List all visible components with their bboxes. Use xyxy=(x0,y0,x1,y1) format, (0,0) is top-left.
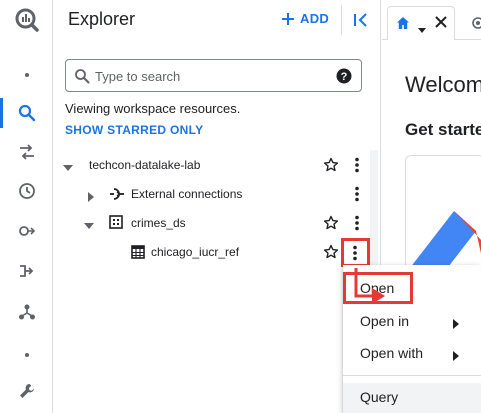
star-icon[interactable] xyxy=(323,244,339,265)
menu-item-query[interactable]: Query xyxy=(343,383,481,413)
plus-icon xyxy=(282,12,294,25)
home-icon xyxy=(396,16,410,35)
welcome-heading: Welcom xyxy=(405,72,481,97)
tree-row-external-connections[interactable]: External connections xyxy=(53,180,363,209)
project-name: techcon-datalake-lab xyxy=(89,158,201,172)
dataset-name: crimes_ds xyxy=(131,216,186,230)
help-icon[interactable]: ? xyxy=(336,68,352,89)
table-name: chicago_iucr_ref xyxy=(151,245,240,259)
search-icon xyxy=(74,68,90,89)
open-highlight-box xyxy=(343,272,413,304)
scheduled-queries-icon[interactable] xyxy=(0,176,53,206)
star-icon[interactable] xyxy=(323,157,339,178)
more-actions-icon[interactable] xyxy=(349,157,365,178)
submenu-arrow-icon xyxy=(453,348,459,364)
add-button-label: ADD xyxy=(300,11,330,26)
menu-item-open-with[interactable]: Open with xyxy=(343,337,481,369)
expand-caret-icon[interactable] xyxy=(84,218,94,236)
collapse-panel-icon[interactable] xyxy=(351,10,371,30)
search-box[interactable]: ? xyxy=(65,59,362,92)
submenu-arrow-icon xyxy=(453,316,459,332)
menu-item-open-in[interactable]: Open in xyxy=(343,305,481,337)
expand-caret-icon[interactable] xyxy=(86,189,96,207)
more-actions-icon[interactable] xyxy=(349,215,365,236)
dataform-icon[interactable] xyxy=(0,297,53,327)
data-transfers-icon[interactable] xyxy=(0,137,53,167)
search-input[interactable] xyxy=(95,66,325,86)
separator-dot-icon xyxy=(0,60,53,90)
expand-caret-icon[interactable] xyxy=(63,160,73,178)
pipelines-icon[interactable] xyxy=(0,256,53,286)
explorer-panel: Explorer ADD ? Viewing workspace resourc… xyxy=(53,0,381,413)
analytics-hub-icon[interactable] xyxy=(0,216,53,246)
tab-dropdown-icon[interactable] xyxy=(418,21,426,39)
viewing-resources-text: Viewing workspace resources. xyxy=(65,101,241,116)
tree-row-dataset[interactable]: crimes_ds xyxy=(53,209,363,238)
star-icon[interactable] xyxy=(323,215,339,236)
search-nav-icon[interactable] xyxy=(0,98,53,128)
external-connection-icon xyxy=(109,187,125,206)
get-started-heading: Get starte xyxy=(405,120,481,139)
tree-row-table[interactable]: chicago_iucr_ref xyxy=(53,238,363,267)
bigquery-logo-icon[interactable] xyxy=(0,5,53,35)
menu-item-label: Query xyxy=(360,389,399,405)
menu-item-label: Open in xyxy=(360,313,410,329)
show-starred-only-link[interactable]: SHOW STARRED ONLY xyxy=(65,123,203,137)
tree-row-project[interactable]: techcon-datalake-lab xyxy=(53,151,363,180)
left-nav-rail xyxy=(0,0,53,413)
tab-bar xyxy=(382,0,481,40)
explorer-title: Explorer xyxy=(68,9,136,29)
tab-home[interactable] xyxy=(387,6,455,40)
separator-dot-icon xyxy=(0,340,53,370)
svg-text:?: ? xyxy=(341,71,348,83)
context-menu: Open Open in Open with Query xyxy=(343,265,481,413)
kebab-highlight-box xyxy=(341,238,370,267)
dataset-icon xyxy=(109,215,123,234)
menu-divider xyxy=(343,375,481,376)
query-tab-icon[interactable] xyxy=(472,16,481,34)
header-divider xyxy=(341,5,342,35)
close-tab-icon[interactable] xyxy=(434,15,448,34)
more-actions-icon[interactable] xyxy=(349,186,365,207)
table-icon xyxy=(131,245,145,264)
menu-item-label: Open with xyxy=(360,345,424,361)
wrench-icon[interactable] xyxy=(0,376,53,406)
add-button[interactable]: ADD xyxy=(282,11,329,26)
external-connections-label: External connections xyxy=(131,187,243,201)
